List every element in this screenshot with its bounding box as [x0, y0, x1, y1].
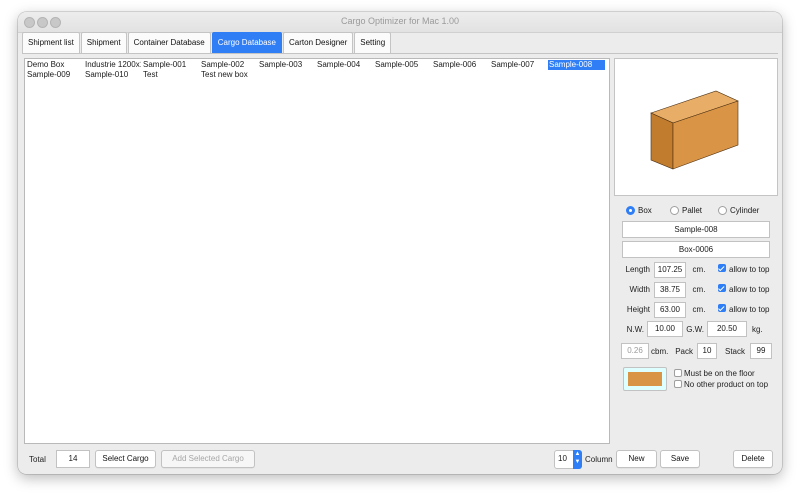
length-unit: cm. [692, 265, 706, 274]
cargo-item[interactable]: Industrie 1200x1 [84, 60, 141, 70]
height-field[interactable]: 63.00 [654, 302, 686, 318]
floor-checkbox[interactable] [674, 369, 682, 377]
length-field[interactable]: 107.25 [654, 262, 686, 278]
cargo-item-selected[interactable]: Sample-008 [548, 60, 605, 70]
stack-label: Stack [724, 347, 745, 356]
updown-arrow-icon[interactable]: ▲ ▼ [573, 450, 582, 469]
length-label: Length [625, 265, 650, 274]
tab-bar: Shipment list Shipment Container Databas… [22, 32, 392, 53]
cbm-field: 0.26 [621, 343, 649, 359]
cargo-item[interactable]: Sample-009 [26, 70, 83, 80]
new-button[interactable]: New [616, 450, 657, 468]
floor-label: Must be on the floor [684, 369, 755, 378]
cargo-name-field[interactable]: Sample-008 [622, 221, 770, 238]
length-allow-label: allow to top [729, 265, 770, 274]
cargo-item[interactable]: Sample-007 [490, 60, 547, 70]
net-weight-label: N.W. [626, 325, 644, 334]
box-3d-preview [614, 58, 778, 196]
shape-pallet-radio[interactable]: Pallet [670, 206, 702, 215]
radio-unchecked-icon [670, 206, 679, 215]
save-button[interactable]: Save [660, 450, 700, 468]
tab-container-database[interactable]: Container Database [127, 32, 211, 53]
cargo-item[interactable]: Demo Box [26, 60, 83, 70]
width-label: Width [629, 285, 650, 294]
gross-weight-field[interactable]: 20.50 [707, 321, 747, 337]
shape-cylinder-radio[interactable]: Cylinder [718, 206, 759, 215]
select-cargo-button[interactable]: Select Cargo [95, 450, 156, 468]
cargo-item[interactable]: Sample-004 [316, 60, 373, 70]
cargo-item[interactable]: Sample-001 [142, 60, 199, 70]
radio-checked-icon [626, 206, 635, 215]
tab-carton-designer[interactable]: Carton Designer [283, 32, 354, 53]
shape-box-radio[interactable]: Box [626, 206, 652, 215]
height-unit: cm. [692, 305, 706, 314]
height-allow-label: allow to top [729, 305, 770, 314]
tab-shipment-list[interactable]: Shipment list [22, 32, 80, 53]
box-3d-graphic [650, 90, 739, 170]
width-unit: cm. [692, 285, 706, 294]
no-top-checkbox[interactable] [674, 380, 682, 388]
no-top-label: No other product on top [684, 380, 769, 389]
column-label: Column [585, 455, 613, 464]
width-allow-checkbox[interactable] [718, 284, 726, 292]
shape-cylinder-label: Cylinder [730, 206, 760, 215]
shape-pallet-label: Pallet [682, 206, 703, 215]
tab-shipment[interactable]: Shipment [80, 32, 127, 53]
column-count: 10 [558, 454, 567, 463]
radio-unchecked-icon [718, 206, 727, 215]
cargo-item[interactable]: Sample-003 [258, 60, 315, 70]
height-label: Height [626, 305, 650, 314]
total-field: 14 [56, 450, 90, 468]
cargo-list[interactable]: Demo Box Industrie 1200x1 Sample-001 Sam… [24, 58, 610, 444]
total-label: Total [29, 455, 46, 464]
app-window: Cargo Optimizer for Mac 1.00 Shipment li… [18, 12, 782, 474]
cargo-item[interactable]: Sample-010 [84, 70, 141, 80]
delete-button[interactable]: Delete [733, 450, 773, 468]
width-field[interactable]: 38.75 [654, 282, 686, 298]
cargo-color-swatch [628, 372, 662, 386]
title-bar: Cargo Optimizer for Mac 1.00 [18, 12, 782, 33]
cargo-code-field[interactable]: Box-0006 [622, 241, 770, 258]
shape-box-label: Box [638, 206, 652, 215]
add-selected-cargo-button[interactable]: Add Selected Cargo [161, 450, 255, 468]
box-side-face [650, 112, 674, 170]
net-weight-field[interactable]: 10.00 [647, 321, 683, 337]
color-picker-button[interactable] [623, 367, 667, 391]
gross-weight-label: G.W. [686, 325, 704, 334]
stack-field[interactable]: 99 [750, 343, 772, 359]
tab-cargo-database[interactable]: Cargo Database [211, 32, 283, 53]
window-title: Cargo Optimizer for Mac 1.00 [340, 16, 460, 26]
column-stepper[interactable]: 10 ▲ ▼ [554, 450, 582, 469]
cargo-item[interactable]: Sample-002 [200, 60, 257, 70]
length-allow-checkbox[interactable] [718, 264, 726, 272]
tab-setting[interactable]: Setting [354, 32, 392, 53]
cargo-item[interactable]: Test new box [200, 70, 257, 80]
cbm-label: cbm. [651, 347, 669, 356]
pack-field[interactable]: 10 [697, 343, 717, 359]
cargo-item[interactable]: Sample-005 [374, 60, 431, 70]
tab-divider [22, 53, 778, 54]
pack-label: Pack [675, 347, 693, 356]
width-allow-label: allow to top [729, 285, 770, 294]
height-allow-checkbox[interactable] [718, 304, 726, 312]
cargo-item[interactable]: Test [142, 70, 199, 80]
weight-unit: kg. [752, 325, 763, 334]
cargo-item[interactable]: Sample-006 [432, 60, 489, 70]
